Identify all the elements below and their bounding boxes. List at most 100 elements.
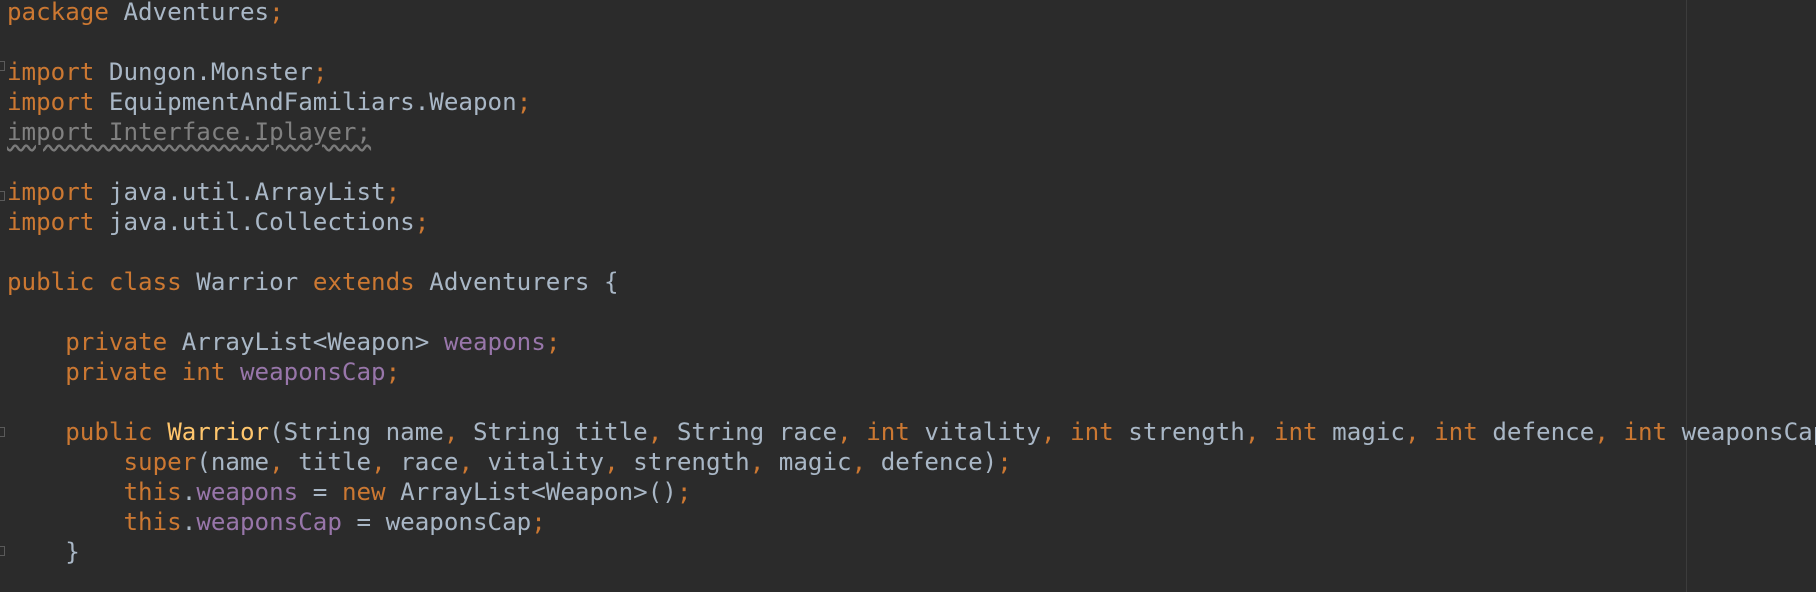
code-line[interactable] (7, 147, 1816, 177)
code-token: , (443, 418, 459, 446)
code-line[interactable]: import java.util.Collections; (7, 207, 1816, 237)
code-content[interactable]: package Adventures; import Dungon.Monste… (7, 0, 1816, 567)
code-token: package (7, 0, 109, 26)
code-line[interactable]: } (7, 537, 1816, 567)
code-token: int (1434, 418, 1478, 446)
code-token: ArrayList<Weapon>() (385, 478, 677, 506)
fold-marker-constructor-end-icon[interactable] (0, 546, 5, 556)
code-token: . (181, 508, 197, 536)
code-token: , (647, 418, 663, 446)
code-token: Warrior (167, 418, 270, 446)
code-token: import (7, 88, 95, 116)
code-token: ; (269, 0, 284, 26)
code-token: Dungon.Monster (94, 58, 313, 86)
code-token: , (851, 448, 867, 476)
code-token: this (123, 508, 182, 536)
code-token: , (371, 448, 386, 476)
fold-marker-constructor-start-icon[interactable] (0, 427, 5, 437)
code-line[interactable]: import Interface.Iplayer; (7, 117, 1816, 147)
code-token: ; (385, 358, 401, 386)
code-token: , (1244, 418, 1260, 446)
code-line[interactable]: public Warrior(String name, String title… (7, 417, 1816, 447)
code-token: public (65, 418, 153, 446)
code-token: . (181, 478, 197, 506)
code-token: ; (516, 88, 532, 116)
code-token: magic (764, 448, 852, 476)
code-token: Adventurers { (414, 268, 619, 296)
code-token: strength (618, 448, 750, 476)
code-line[interactable] (7, 297, 1816, 327)
code-token: String race (662, 418, 838, 446)
code-token: import (7, 58, 95, 86)
code-token: Warrior (181, 268, 313, 296)
code-token: int (866, 418, 910, 446)
code-token: defence) (866, 448, 998, 476)
code-token: (name (196, 448, 270, 476)
code-token: weaponsCap) { (1681, 418, 1816, 446)
code-token: weapons (443, 328, 546, 356)
code-line[interactable] (7, 387, 1816, 417)
code-token: weapons (196, 478, 299, 506)
code-token: vitality (473, 448, 605, 476)
code-line[interactable]: import EquipmentAndFamiliars.Weapon; (7, 87, 1816, 117)
code-token: Adventures (108, 0, 270, 26)
code-token: ; (997, 448, 1012, 476)
code-token: public class (7, 268, 182, 296)
code-token: super (123, 448, 197, 476)
code-token: , (1040, 418, 1056, 446)
code-token: , (1405, 418, 1420, 446)
code-line[interactable]: import java.util.ArrayList; (7, 177, 1816, 207)
code-token: (String name (269, 418, 444, 446)
code-token: this (123, 478, 182, 506)
code-token: import Interface.Iplayer; (7, 118, 372, 146)
code-token: import (7, 178, 95, 206)
code-token: extends (312, 268, 415, 296)
code-line[interactable]: private ArrayList<Weapon> weapons; (7, 327, 1816, 357)
code-token: int (1623, 418, 1668, 446)
code-token: int (1070, 418, 1114, 446)
code-token: weaponsCap (196, 508, 342, 536)
code-token: , (458, 448, 473, 476)
fold-marker-imports-end-icon[interactable] (0, 191, 5, 201)
code-line[interactable] (7, 27, 1816, 57)
code-token: weaponsCap (240, 358, 386, 386)
code-token: ArrayList<Weapon> (167, 328, 444, 356)
code-token: } (7, 538, 80, 566)
code-line[interactable]: this.weapons = new ArrayList<Weapon>(); (7, 477, 1816, 507)
code-token: strength (1113, 418, 1245, 446)
code-token: private int (65, 358, 226, 386)
fold-marker-imports-start-icon[interactable] (0, 61, 5, 71)
code-line[interactable]: package Adventures; (7, 0, 1816, 27)
code-line[interactable]: this.weaponsCap = weaponsCap; (7, 507, 1816, 537)
code-line[interactable]: public class Warrior extends Adventurers… (7, 267, 1816, 297)
code-editor[interactable]: package Adventures; import Dungon.Monste… (0, 0, 1816, 592)
code-token: , (1594, 418, 1609, 446)
code-line[interactable] (7, 237, 1816, 267)
code-token: ; (676, 478, 692, 506)
code-token: magic (1317, 418, 1405, 446)
code-token: java.util.Collections (94, 208, 415, 236)
code-token: , (604, 448, 619, 476)
code-token: import (7, 208, 95, 236)
code-token: , (269, 448, 284, 476)
code-line[interactable]: super(name, title, race, vitality, stren… (7, 447, 1816, 477)
code-token: private (65, 328, 168, 356)
code-token: = weaponsCap (341, 508, 532, 536)
code-line[interactable]: private int weaponsCap; (7, 357, 1816, 387)
code-token: ; (312, 58, 328, 86)
code-token: title (283, 448, 372, 476)
code-token: ; (531, 508, 546, 536)
code-line[interactable]: import Dungon.Monster; (7, 57, 1816, 87)
